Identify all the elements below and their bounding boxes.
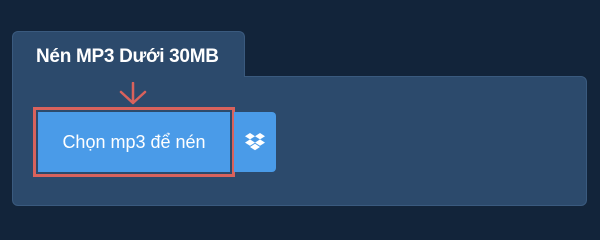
dropbox-icon — [245, 133, 265, 151]
dropbox-button[interactable] — [234, 112, 276, 172]
choose-mp3-label: Chọn mp3 để nén — [62, 131, 206, 152]
choose-mp3-button[interactable]: Chọn mp3 để nén — [38, 112, 230, 172]
arrow-down-icon — [119, 82, 147, 105]
tab-panel-joint — [13, 70, 244, 80]
tab-title: Nén MP3 Dưới 30MB — [36, 46, 219, 67]
